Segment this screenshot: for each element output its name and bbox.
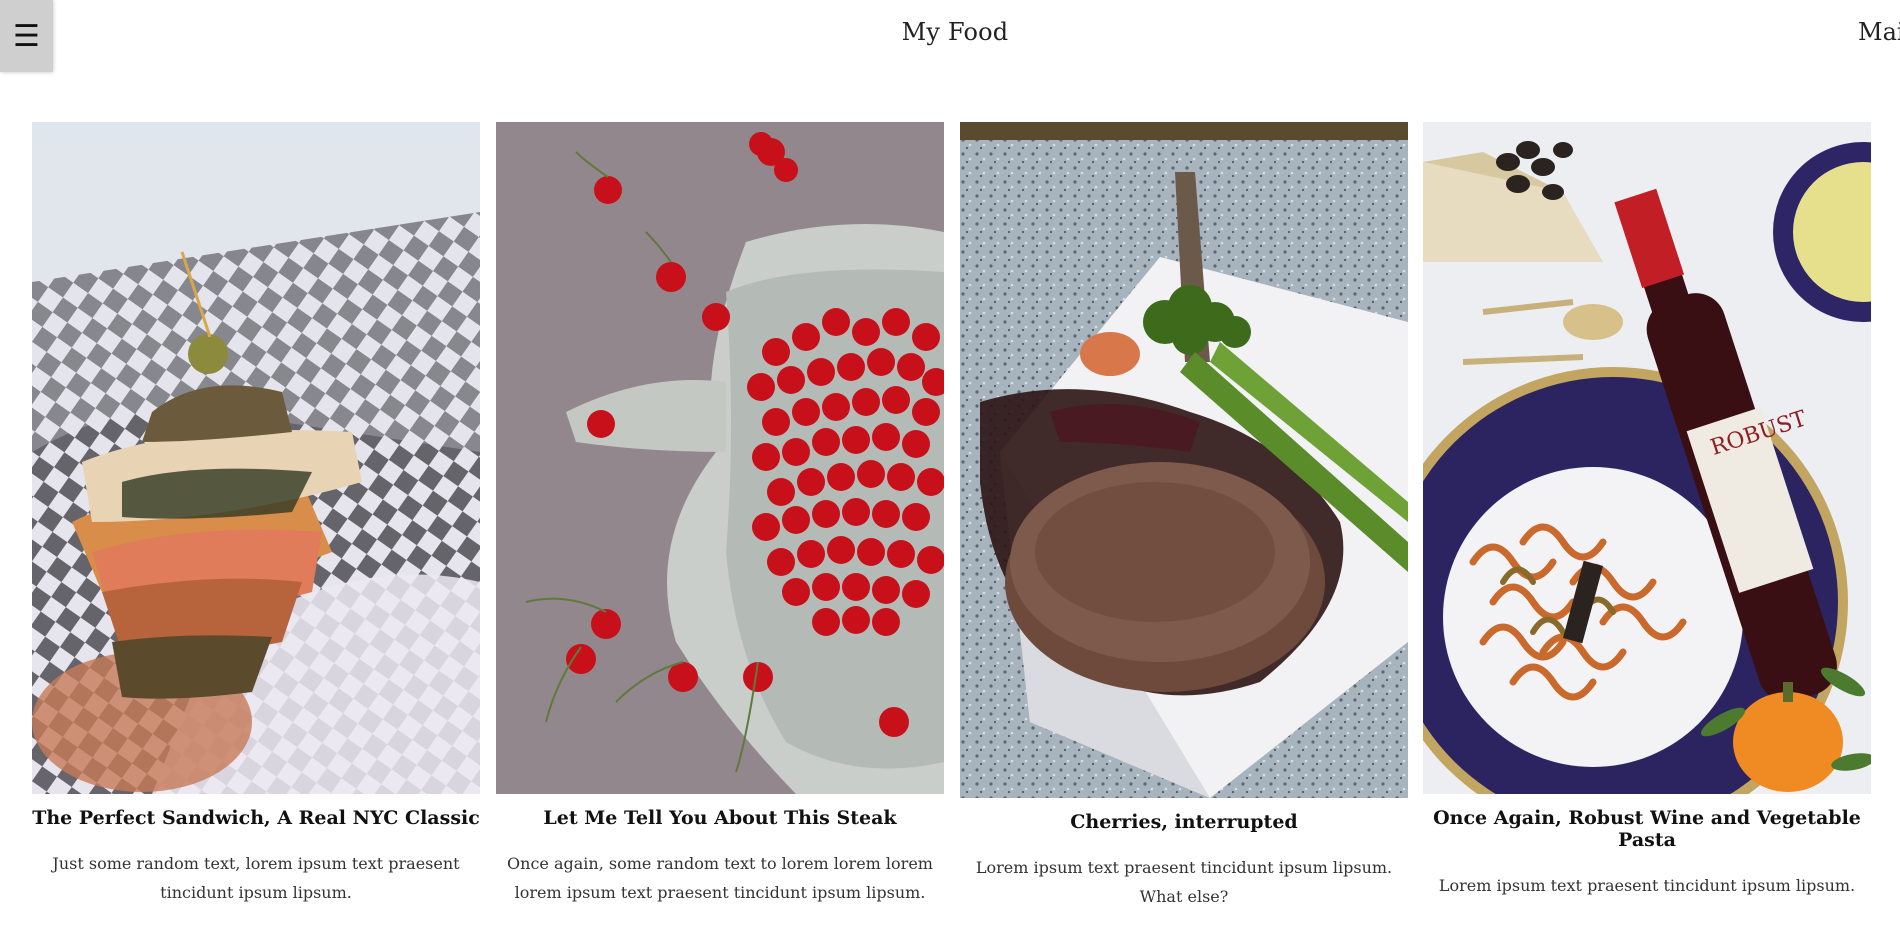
card-description: Lorem ipsum text praesent tincidunt ipsu… xyxy=(1438,876,1856,895)
card-title[interactable]: Let Me Tell You About This Steak xyxy=(496,807,944,829)
card-description: Lorem ipsum text praesent tincidunt ipsu… xyxy=(975,858,1393,906)
card-wine-pasta[interactable]: ROBUST Once Again, Robust Wine and Veget… xyxy=(1423,122,1871,900)
card-title[interactable]: Once Again, Robust Wine and Vegetable Pa… xyxy=(1423,807,1871,851)
card-grid: The Perfect Sandwich, A Real NYC Classic… xyxy=(0,0,1900,926)
card-description: Just some random text, lorem ipsum text … xyxy=(52,854,460,902)
wine-pasta-photo[interactable]: ROBUST xyxy=(1423,122,1871,794)
card-title[interactable]: Cherries, interrupted xyxy=(960,811,1408,833)
card-description: Once again, some random text to lorem lo… xyxy=(507,854,933,902)
sandwich-photo[interactable] xyxy=(32,122,480,794)
card-title[interactable]: The Perfect Sandwich, A Real NYC Classic xyxy=(32,807,480,829)
steak-photo[interactable] xyxy=(960,122,1408,798)
card-steak[interactable]: Cherries, interrupted Lorem ipsum text p… xyxy=(960,122,1408,911)
cherries-photo[interactable] xyxy=(496,122,944,794)
card-sandwich[interactable]: The Perfect Sandwich, A Real NYC Classic… xyxy=(32,122,480,907)
card-cherries[interactable]: Let Me Tell You About This Steak Once ag… xyxy=(496,122,944,907)
